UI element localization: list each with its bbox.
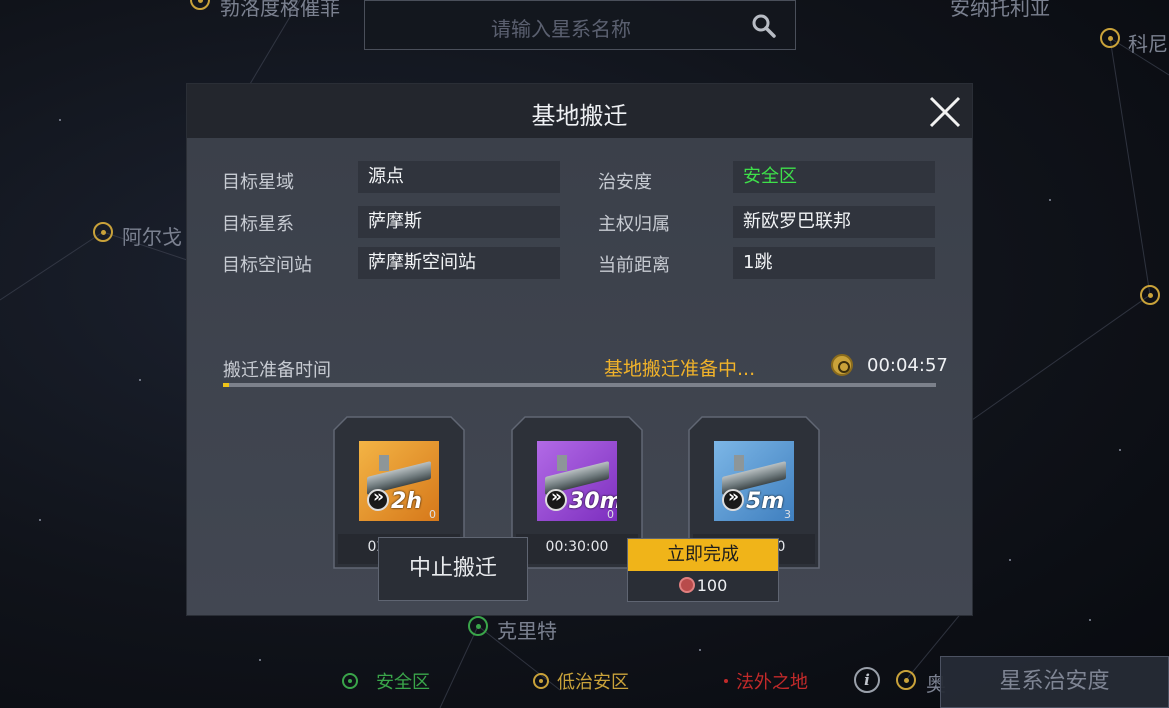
target-station-value: 萨摩斯空间站 [358,247,560,279]
legend-safe-label: 安全区 [376,672,430,693]
speedup-arrow-icon [367,487,389,511]
item-count: 3 [784,508,791,521]
complete-now-button[interactable]: 立即完成 100 [627,538,779,602]
security-value: 安全区 [733,161,935,193]
target-system-label: 目标星系 [222,214,294,235]
sovereignty-value: 新欧罗巴联邦 [733,206,935,238]
distance-label: 当前距离 [598,255,670,276]
legend-safe: 安全区 [342,666,430,696]
map-label-right-edge: 科尼 [1128,32,1168,56]
search-icon[interactable] [751,13,777,39]
map-system-node[interactable] [1100,28,1120,48]
safe-zone-dot-icon [342,673,358,689]
complete-now-label: 立即完成 [628,539,778,571]
dialog-header: 基地搬迁 [187,84,972,138]
lawless-dot-icon [718,673,734,689]
item-icon: 30m [537,441,617,521]
sovereignty-label: 主权归属 [598,214,670,235]
speedup-arrow-icon [545,487,567,511]
target-domain-value: 源点 [358,161,560,193]
ship-tower [557,455,567,471]
relocation-progress-bar [223,383,936,387]
speedup-item-30m[interactable]: 30m 0 00:30:00 [511,416,643,569]
map-system-node[interactable] [896,670,916,690]
base-relocation-dialog: 基地搬迁 目标星域 源点 目标星系 萨摩斯 目标空间站 萨摩斯空间站 治安度 安… [187,84,972,615]
currency-coin-icon [678,577,695,593]
target-station-label: 目标空间站 [222,255,312,276]
target-system-value: 萨摩斯 [358,206,560,238]
map-label-top-right: 安纳托利亚 [950,0,1050,20]
system-search-input[interactable]: 请输入星系名称 [364,0,796,50]
map-label-kelite: 克里特 [497,619,557,643]
map-label-left: 阿尔戈 [122,225,182,249]
item-speed: 2h [367,487,422,514]
progress-fill [223,383,229,387]
map-system-node[interactable] [468,616,488,636]
countdown-timer: 00:04:57 [867,355,948,376]
ship-tower [379,455,389,471]
map-label-top-left: 勃洛度格催菲 [220,0,340,20]
dialog-body: 目标星域 源点 目标星系 萨摩斯 目标空间站 萨摩斯空间站 治安度 安全区 主权… [187,138,972,615]
item-icon: 5m [714,441,794,521]
security-label: 治安度 [598,172,652,193]
stop-relocation-button[interactable]: 中止搬迁 [378,537,528,601]
legend-lawless: 法外之地 [718,666,808,696]
item-count: 0 [607,508,614,521]
map-system-node[interactable] [93,222,113,242]
target-domain-label: 目标星域 [222,172,294,193]
dialog-title: 基地搬迁 [531,102,628,130]
low-security-dot-icon [533,673,549,689]
ship-tower [734,455,744,471]
close-icon[interactable] [927,94,963,130]
system-security-button[interactable]: 星系治安度 [940,656,1169,708]
item-speed: 5m [722,487,784,514]
relocation-time-label: 搬迁准备时间 [223,360,331,381]
distance-value: 1跳 [733,247,935,279]
info-icon[interactable]: i [854,667,880,693]
item-icon: 2h [359,441,439,521]
legend-low: 低治安区 [533,666,629,696]
legend-lawless-label: 法外之地 [736,672,808,693]
timer-icon [831,354,853,376]
complete-cost: 100 [628,571,778,601]
search-placeholder: 请输入星系名称 [491,17,631,41]
item-time: 00:30:00 [545,539,609,555]
item-count: 0 [429,508,436,521]
relocation-status: 基地搬迁准备中... [604,358,756,380]
cost-value: 100 [696,576,728,595]
map-system-node[interactable] [1140,285,1160,305]
speedup-arrow-icon [722,487,744,511]
legend-low-label: 低治安区 [557,672,629,693]
